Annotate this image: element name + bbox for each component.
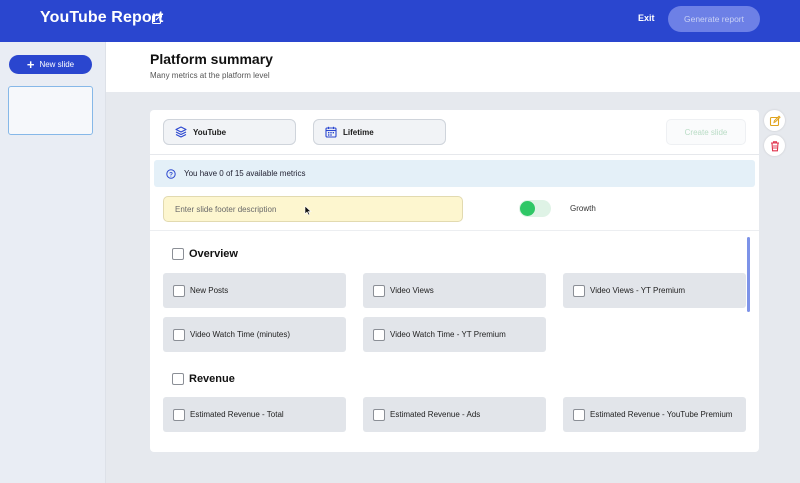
report-title: YouTube Report: [40, 9, 164, 26]
metric-label: Video Watch Time (minutes): [190, 330, 291, 339]
edit-icon: [769, 114, 781, 126]
page-subtitle: Many metrics at the platform level: [150, 71, 270, 80]
plus-icon: +: [26, 56, 35, 72]
exit-button[interactable]: Exit: [638, 13, 655, 23]
section-checkbox[interactable]: [172, 248, 184, 260]
section-overview[interactable]: Overview: [172, 248, 238, 260]
new-slide-button[interactable]: + New slide: [9, 55, 92, 74]
section-title: Revenue: [189, 373, 235, 385]
info-circle-icon: ?: [166, 168, 176, 179]
metric-checkbox[interactable]: [573, 284, 585, 297]
new-slide-label: New slide: [39, 60, 75, 69]
period-selector[interactable]: Lifetime: [313, 119, 446, 145]
layers-icon: [175, 126, 187, 138]
page-title: Platform summary: [150, 51, 273, 67]
metric-checkbox[interactable]: [173, 284, 185, 297]
section-checkbox[interactable]: [172, 373, 184, 385]
metrics-info-text: You have 0 of 15 available metrics: [184, 169, 306, 178]
mouse-cursor-icon: [304, 205, 312, 216]
delete-slide-button[interactable]: [764, 135, 785, 156]
slide-footer-input[interactable]: [163, 196, 463, 222]
metric-checkbox[interactable]: [373, 284, 385, 297]
metric-new-posts[interactable]: New Posts: [163, 273, 346, 308]
metric-label: Estimated Revenue - YouTube Premium: [590, 410, 733, 419]
metric-label: Estimated Revenue - Ads: [390, 410, 481, 419]
slide-thumbnail[interactable]: [8, 86, 93, 135]
create-slide-button[interactable]: Create slide: [666, 119, 746, 145]
calendar-icon: [325, 126, 337, 138]
metric-checkbox[interactable]: [173, 328, 185, 341]
metric-label: Video Views: [390, 286, 434, 295]
metric-checkbox[interactable]: [373, 328, 385, 341]
metric-estimated-revenue-ads[interactable]: Estimated Revenue - Ads: [363, 397, 546, 432]
metric-checkbox[interactable]: [173, 408, 185, 421]
metric-label: New Posts: [190, 286, 229, 295]
section-revenue[interactable]: Revenue: [172, 373, 235, 385]
external-edit-icon[interactable]: [151, 13, 163, 25]
metric-video-watch-time[interactable]: Video Watch Time (minutes): [163, 317, 346, 352]
platform-label: YouTube: [193, 127, 227, 137]
metrics-info-banner: ? You have 0 of 15 available metrics: [154, 160, 755, 187]
metric-video-views-yt-premium[interactable]: Video Views - YT Premium: [563, 273, 746, 308]
platform-selector[interactable]: YouTube: [163, 119, 296, 145]
metric-label: Video Watch Time - YT Premium: [390, 330, 506, 339]
top-bar: YouTube Report Exit Generate report: [0, 0, 800, 42]
metric-video-watch-time-yt-premium[interactable]: Video Watch Time - YT Premium: [363, 317, 546, 352]
metric-label: Video Views - YT Premium: [590, 286, 686, 295]
toggle-knob: [520, 201, 535, 216]
metric-estimated-revenue-youtube-premium[interactable]: Estimated Revenue - YouTube Premium: [563, 397, 746, 432]
svg-text:?: ?: [169, 171, 173, 178]
trash-icon: [770, 140, 779, 151]
metric-label: Estimated Revenue - Total: [190, 410, 284, 419]
divider: [150, 230, 759, 231]
metric-checkbox[interactable]: [573, 408, 585, 421]
page-header: Platform summary Many metrics at the pla…: [106, 42, 800, 92]
metric-video-views[interactable]: Video Views: [363, 273, 546, 308]
slides-sidebar: + New slide: [0, 42, 106, 483]
period-label: Lifetime: [343, 127, 374, 137]
divider: [150, 154, 759, 155]
growth-label: Growth: [570, 204, 596, 213]
metric-checkbox[interactable]: [373, 408, 385, 421]
metrics-scrollbar[interactable]: [747, 237, 750, 312]
metric-estimated-revenue-total[interactable]: Estimated Revenue - Total: [163, 397, 346, 432]
slide-editor-card: YouTube Lifetime Create slide ? You have…: [150, 110, 759, 452]
section-title: Overview: [189, 248, 238, 260]
generate-report-button[interactable]: Generate report: [668, 6, 760, 32]
growth-toggle[interactable]: [519, 200, 551, 217]
edit-slide-button[interactable]: [764, 110, 785, 131]
